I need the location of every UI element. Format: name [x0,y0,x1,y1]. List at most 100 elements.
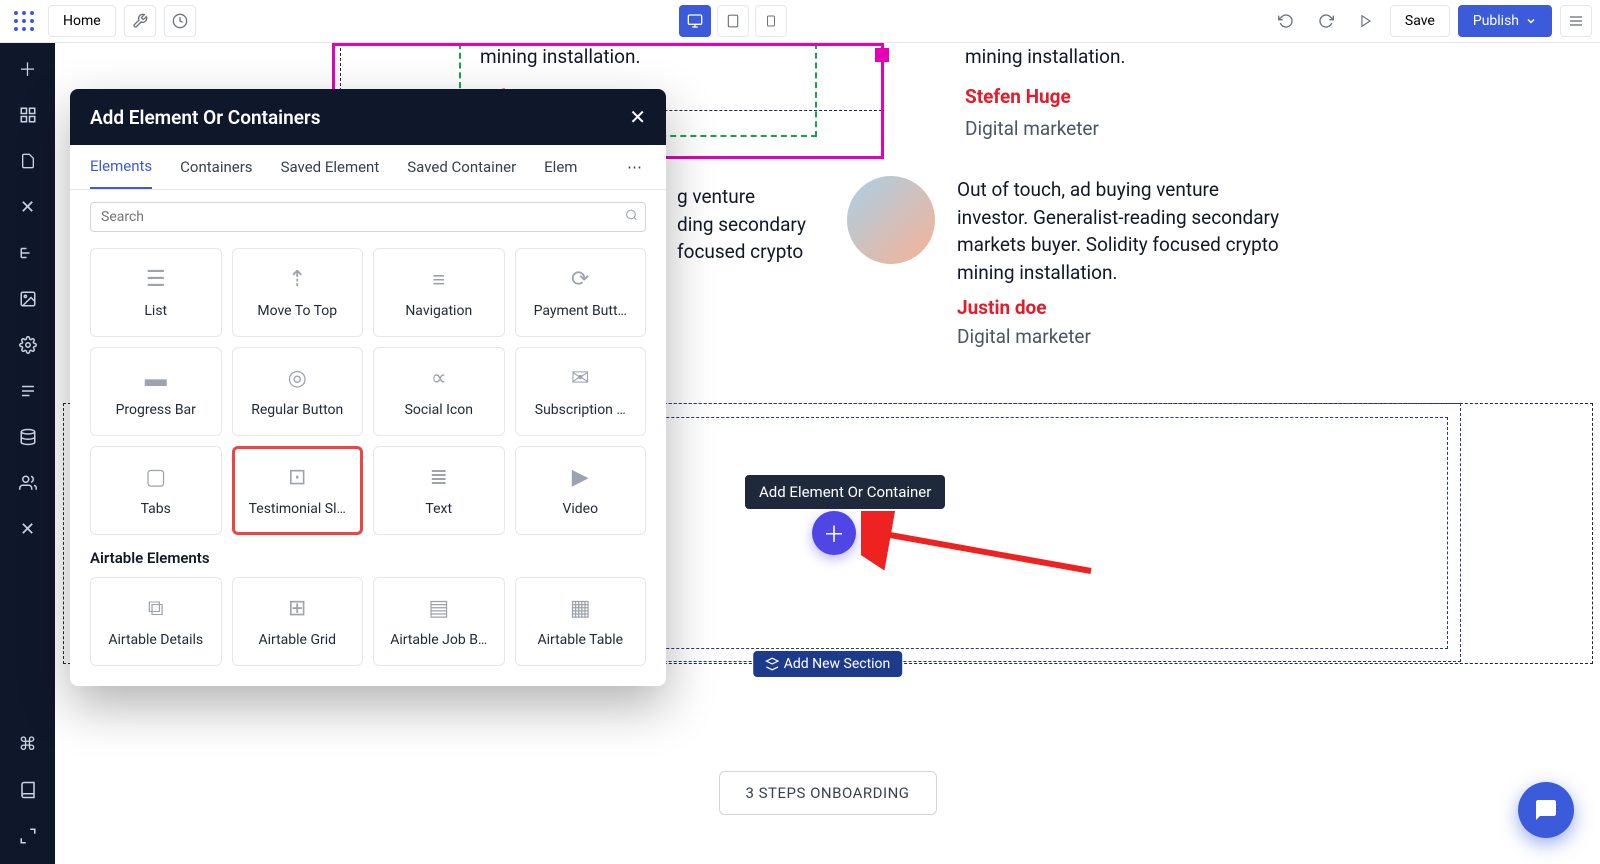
element-list[interactable]: ☰List [90,248,222,337]
chat-bubble[interactable] [1518,782,1574,838]
testimonial-4-name: Justin doe [957,296,1287,319]
app-logo[interactable] [8,5,40,37]
add-element-tooltip: Add Element Or Container [745,475,945,509]
more-tabs-icon[interactable]: ⋯ [627,158,646,188]
testimonial-2-name: Stefen Huge [965,85,1071,108]
chevron-down-icon [1525,15,1537,27]
element-tabs[interactable]: ▢Tabs [90,446,222,535]
element-airtable-table[interactable]: ▦Airtable Table [515,577,647,666]
tab-overflow[interactable]: Elem [544,158,577,188]
element-progress-bar[interactable]: ▬Progress Bar [90,347,222,436]
device-preview-group [679,5,787,37]
element-label: Airtable Table [537,632,623,648]
element-airtable-grid[interactable]: ⊞Airtable Grid [232,577,364,666]
database-icon[interactable] [14,423,42,451]
element-label: Navigation [405,303,472,319]
wrench-icon[interactable] [124,5,156,37]
search-icon [625,209,638,226]
element-text[interactable]: ≣Text [373,446,505,535]
publish-label: Publish [1473,13,1519,29]
keyboard-icon[interactable]: ⌘ [14,730,42,758]
book-icon[interactable] [14,776,42,804]
testimonial-2-fragment: mining installation. [965,45,1126,68]
element-navigation[interactable]: ≡Navigation [373,248,505,337]
frag-line: focused crypto [677,238,806,266]
element-label: Airtable Details [108,632,203,648]
element-social-icon[interactable]: ∝Social Icon [373,347,505,436]
selection-handle[interactable] [875,48,889,62]
close-icon[interactable]: ✕ [629,105,646,129]
frag-line: ding secondary [677,211,806,239]
crossed-tools-icon[interactable]: ✕ [14,193,42,221]
element-airtable-details[interactable]: ⧉Airtable Details [90,577,222,666]
tab-saved-container[interactable]: Saved Container [407,158,516,188]
users-icon[interactable] [14,469,42,497]
testimonial-3-partial: g venture ding secondary focused crypto [677,183,806,266]
menu-icon[interactable] [1560,5,1592,37]
element-label: Regular Button [251,402,343,418]
element-label: Testimonial Sl… [249,501,346,517]
modal-header: Add Element Or Containers ✕ [70,89,666,145]
search-input[interactable] [90,202,646,232]
home-button[interactable]: Home [48,5,116,37]
mobile-device[interactable] [755,5,787,37]
element-airtable-job-board[interactable]: ▤Airtable Job B… [373,577,505,666]
element-label: Tabs [141,501,171,517]
onboarding-label: 3 STEPS ONBOARDING [718,771,936,815]
tab-containers[interactable]: Containers [180,158,252,188]
testimonial-4-body: Out of touch, ad buying venture investor… [957,176,1287,286]
section-heading-airtable: Airtable Elements [90,549,646,567]
element-label: Progress Bar [116,402,196,418]
layers-icon [765,657,779,671]
page-icon[interactable] [14,147,42,175]
element-label: List [144,303,167,319]
tree-icon[interactable] [14,239,42,267]
element-regular-button[interactable]: ◎Regular Button [232,347,364,436]
history-icon[interactable] [164,5,196,37]
modal-title: Add Element Or Containers [90,106,321,129]
element-label: Social Icon [405,402,473,418]
image-icon[interactable] [14,285,42,313]
undo-icon[interactable] [1270,5,1302,37]
element-testimonial-slider[interactable]: ⊡Testimonial Sl… [232,446,364,535]
minimize-icon[interactable] [14,822,42,850]
dashboard-icon[interactable] [14,101,42,129]
add-element-modal: Add Element Or Containers ✕ Elements Con… [70,89,666,686]
element-label: Video [562,501,598,517]
left-sidebar: ＋ ✕ ✕ ⌘ [0,43,55,864]
testimonial-1-fragment: mining installation. [480,45,641,68]
element-label: Text [425,501,452,517]
gear-icon[interactable] [14,331,42,359]
element-subscription[interactable]: ✉Subscription … [515,347,647,436]
element-label: Subscription … [535,402,626,418]
testimonial-4-role: Digital marketer [957,325,1287,348]
chat-icon [1534,798,1558,822]
publish-button[interactable]: Publish [1458,5,1552,37]
modal-search [70,190,666,244]
redo-icon[interactable] [1310,5,1342,37]
add-section-label: Add New Section [784,656,891,672]
testimonial-2-role: Digital marketer [965,117,1099,140]
element-video[interactable]: ▶Video [515,446,647,535]
tab-elements[interactable]: Elements [90,157,152,189]
add-icon[interactable]: ＋ [14,55,42,83]
add-new-section-button[interactable]: Add New Section [753,651,903,677]
modal-body: ☰List ⇡Move To Top ≡Navigation ⟳Payment … [70,244,666,686]
avatar [847,176,935,264]
save-button[interactable]: Save [1390,5,1450,37]
frag-line: g venture [677,183,806,211]
element-label: Airtable Grid [258,632,336,648]
tablet-device[interactable] [717,5,749,37]
tab-saved-element[interactable]: Saved Element [281,158,380,188]
element-label: Move To Top [257,303,337,319]
tools-icon[interactable]: ✕ [14,515,42,543]
element-move-to-top[interactable]: ⇡Move To Top [232,248,364,337]
element-label: Payment Butt… [534,303,627,319]
desktop-device[interactable] [679,5,711,37]
modal-tabs: Elements Containers Saved Element Saved … [70,145,666,190]
add-element-button[interactable]: ＋ [812,511,856,555]
blog-icon[interactable] [14,377,42,405]
play-icon[interactable] [1350,5,1382,37]
top-toolbar: Home Save Publish [0,0,1600,43]
element-payment-button[interactable]: ⟳Payment Butt… [515,248,647,337]
